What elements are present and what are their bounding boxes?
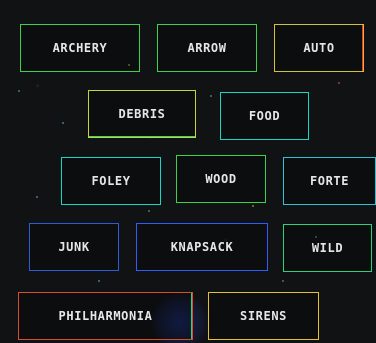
tag-arrow[interactable]: ARROW bbox=[157, 24, 257, 72]
tag-label: KNAPSACK bbox=[170, 240, 234, 254]
background-speck bbox=[210, 95, 212, 97]
tag-label: DEBRIS bbox=[118, 107, 166, 121]
tag-wild[interactable]: WILD bbox=[283, 224, 372, 272]
tag-label: PHILHARMONIA bbox=[58, 309, 153, 323]
tag-knapsack[interactable]: KNAPSACK bbox=[136, 223, 268, 271]
tag-forte[interactable]: FORTE bbox=[283, 157, 376, 205]
background-speck bbox=[98, 280, 100, 282]
tag-food[interactable]: FOOD bbox=[220, 92, 309, 140]
tag-foley[interactable]: FOLEY bbox=[61, 157, 161, 205]
tag-auto[interactable]: AUTO bbox=[274, 24, 364, 72]
tag-junk[interactable]: JUNK bbox=[29, 223, 119, 271]
tag-label: FORTE bbox=[309, 174, 350, 188]
background-speck bbox=[62, 122, 64, 124]
tag-label: AUTO bbox=[303, 41, 335, 55]
background-speck bbox=[338, 82, 340, 84]
background-speck bbox=[148, 210, 150, 212]
tag-label: FOLEY bbox=[91, 174, 131, 188]
tag-label: FOOD bbox=[248, 109, 281, 123]
tag-philharmonia[interactable]: PHILHARMONIA bbox=[18, 292, 193, 340]
tag-sirens[interactable]: SIRENS bbox=[208, 292, 319, 340]
tag-wood[interactable]: WOOD bbox=[176, 155, 266, 203]
background-speck bbox=[18, 90, 20, 92]
tag-label: WILD bbox=[311, 241, 344, 255]
tag-debris[interactable]: DEBRIS bbox=[88, 90, 196, 138]
tag-label: SIRENS bbox=[240, 309, 287, 323]
tag-label: WOOD bbox=[205, 172, 237, 186]
tag-label: ARROW bbox=[187, 41, 227, 55]
tag-label: ARCHERY bbox=[52, 41, 108, 55]
background-speck bbox=[282, 280, 284, 282]
background-speck bbox=[252, 205, 254, 207]
background-speck bbox=[36, 196, 38, 198]
tag-cloud: ARCHERY ARROW AUTO DEBRIS FOOD FOLEY WOO… bbox=[0, 0, 376, 343]
tag-archery[interactable]: ARCHERY bbox=[20, 24, 140, 72]
tag-label: JUNK bbox=[58, 240, 90, 254]
